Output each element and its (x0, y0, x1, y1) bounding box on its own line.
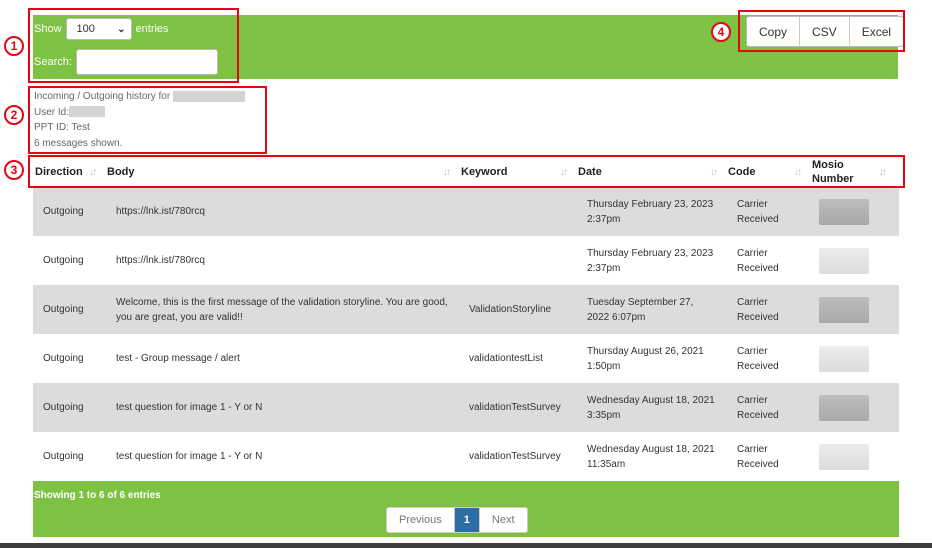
page-1-button[interactable]: 1 (453, 508, 479, 532)
cell-direction: Outgoing (43, 451, 84, 462)
cell-body: test question for image 1 - Y or N (116, 402, 263, 413)
table-row: Outgoing test question for image 1 - Y o… (33, 432, 899, 481)
cell-body: https://lnk.ist/780rcq (116, 255, 205, 266)
annotation-box-headers (28, 155, 905, 188)
cell-direction: Outgoing (43, 353, 84, 364)
cell-date: Thursday February 23, 2023 2:37pm (587, 198, 714, 225)
redacted-number (819, 247, 869, 274)
annotation-number-1: 1 (4, 36, 24, 56)
redacted-number (819, 198, 869, 225)
annotation-number-2: 2 (4, 105, 24, 125)
cell-keyword: ValidationStoryline (469, 304, 552, 315)
pagination: Previous 1 Next (386, 507, 528, 533)
next-page-button[interactable]: Next (478, 508, 527, 532)
entries-summary: Showing 1 to 6 of 6 entries (34, 490, 161, 501)
table-row: Outgoing Welcome, this is the first mess… (33, 285, 899, 334)
cell-keyword: validationTestSurvey (469, 402, 561, 413)
cell-date: Wednesday August 18, 2021 11:35am (587, 443, 715, 470)
cell-body: https://lnk.ist/780rcq (116, 206, 205, 217)
annotation-box-export (738, 10, 905, 52)
previous-page-button[interactable]: Previous (387, 508, 454, 532)
cell-body: test question for image 1 - Y or N (116, 451, 263, 462)
redacted-number (819, 296, 869, 323)
page-bottom-divider (0, 543, 932, 548)
cell-code: Carrier Received (737, 198, 779, 225)
cell-direction: Outgoing (43, 206, 84, 217)
cell-direction: Outgoing (43, 255, 84, 266)
table-row: Outgoing https://lnk.ist/780rcq Thursday… (33, 187, 899, 236)
cell-code: Carrier Received (737, 345, 779, 372)
cell-code: Carrier Received (737, 296, 779, 323)
redacted-number (819, 345, 869, 372)
cell-code: Carrier Received (737, 443, 779, 470)
redacted-number (819, 394, 869, 421)
messages-table: Outgoing https://lnk.ist/780rcq Thursday… (33, 187, 899, 481)
cell-date: Thursday August 26, 2021 1:50pm (587, 345, 704, 372)
cell-body: Welcome, this is the first message of th… (116, 296, 448, 323)
cell-code: Carrier Received (737, 394, 779, 421)
cell-keyword (469, 236, 579, 285)
cell-direction: Outgoing (43, 402, 84, 413)
cell-keyword: validationtestList (469, 353, 543, 364)
cell-mosio-number (819, 383, 869, 432)
redacted-number (819, 443, 869, 470)
table-row: Outgoing test question for image 1 - Y o… (33, 383, 899, 432)
cell-keyword: validationTestSurvey (469, 451, 561, 462)
cell-mosio-number (819, 334, 869, 383)
cell-mosio-number (819, 236, 869, 285)
cell-mosio-number (819, 432, 869, 481)
cell-body: test - Group message / alert (116, 353, 240, 364)
annotation-number-4: 4 (711, 22, 731, 42)
annotation-box-info (28, 86, 267, 154)
cell-date: Thursday February 23, 2023 2:37pm (587, 247, 714, 274)
cell-date: Tuesday September 27, 2022 6:07pm (587, 296, 694, 323)
cell-date: Wednesday August 18, 2021 3:35pm (587, 394, 715, 421)
cell-mosio-number (819, 285, 869, 334)
annotation-number-3: 3 (4, 160, 24, 180)
cell-keyword (469, 187, 579, 236)
cell-code: Carrier Received (737, 247, 779, 274)
table-row: Outgoing test - Group message / alert va… (33, 334, 899, 383)
cell-mosio-number (819, 187, 869, 236)
table-row: Outgoing https://lnk.ist/780rcq Thursday… (33, 236, 899, 285)
cell-direction: Outgoing (43, 304, 84, 315)
annotation-box-controls (28, 8, 239, 83)
